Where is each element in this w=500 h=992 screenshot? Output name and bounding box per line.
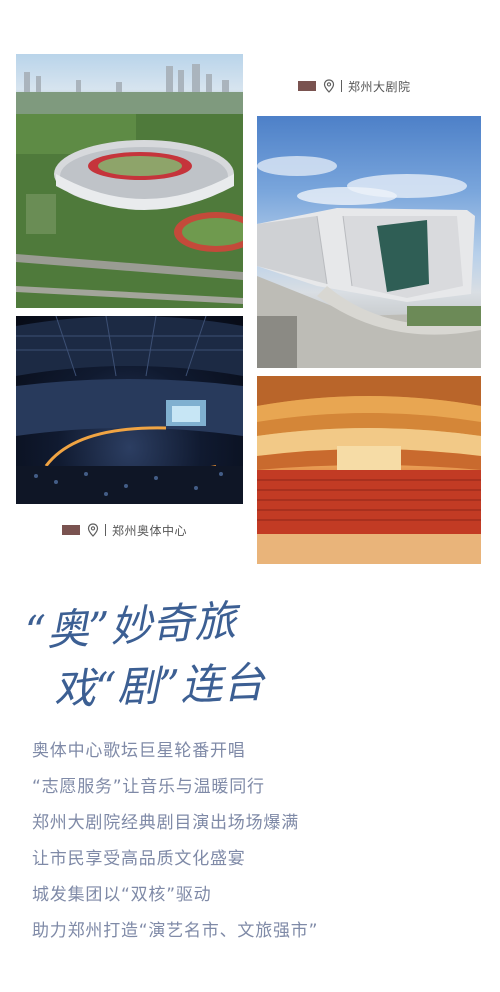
handwritten-slogan: “奥”妙奇旅 戏“剧”连台 (24, 600, 268, 714)
location-pin-icon (323, 79, 335, 93)
photo-stadium-aerial (16, 54, 243, 308)
body-line: 让市民享受高品质文化盛宴 (32, 849, 246, 869)
slogan-line-2: 戏“剧”连台 (53, 658, 268, 714)
photo-theater-exterior (257, 116, 481, 368)
body-line: “志愿服务”让音乐与温暖同行 (32, 777, 265, 797)
caption-divider (341, 80, 342, 92)
body-line: 奥体中心歌坛巨星轮番开唱 (32, 741, 246, 761)
theater-exterior-illustration (257, 156, 481, 368)
photo-concert-stadium (16, 316, 243, 504)
caption-sports-center-text: 郑州奥体中心 (112, 523, 188, 538)
body-line: 助力郑州打造“演艺名市、文旅强市” (32, 921, 319, 941)
location-caption-theater: 郑州大剧院 (298, 78, 411, 94)
location-caption-sports-center: 郑州奥体中心 (62, 522, 187, 538)
caption-theater-text: 郑州大剧院 (348, 79, 411, 94)
accent-square (298, 81, 316, 91)
body-line: 郑州大剧院经典剧目演出场场爆满 (32, 813, 299, 833)
body-text: 奥体中心歌坛巨星轮番开唱 “志愿服务”让音乐与温暖同行 郑州大剧院经典剧目演出场… (32, 734, 318, 950)
stadium-aerial-illustration (16, 64, 243, 308)
concert-illustration (16, 316, 243, 504)
slogan-line-1: “奥”妙奇旅 (24, 600, 243, 656)
location-pin-icon (87, 523, 99, 537)
body-line: 城发集团以“双核”驱动 (32, 885, 212, 905)
accent-square (62, 525, 80, 535)
caption-divider (105, 524, 106, 536)
photo-theater-hall (257, 376, 481, 564)
theater-hall-illustration (257, 376, 481, 564)
